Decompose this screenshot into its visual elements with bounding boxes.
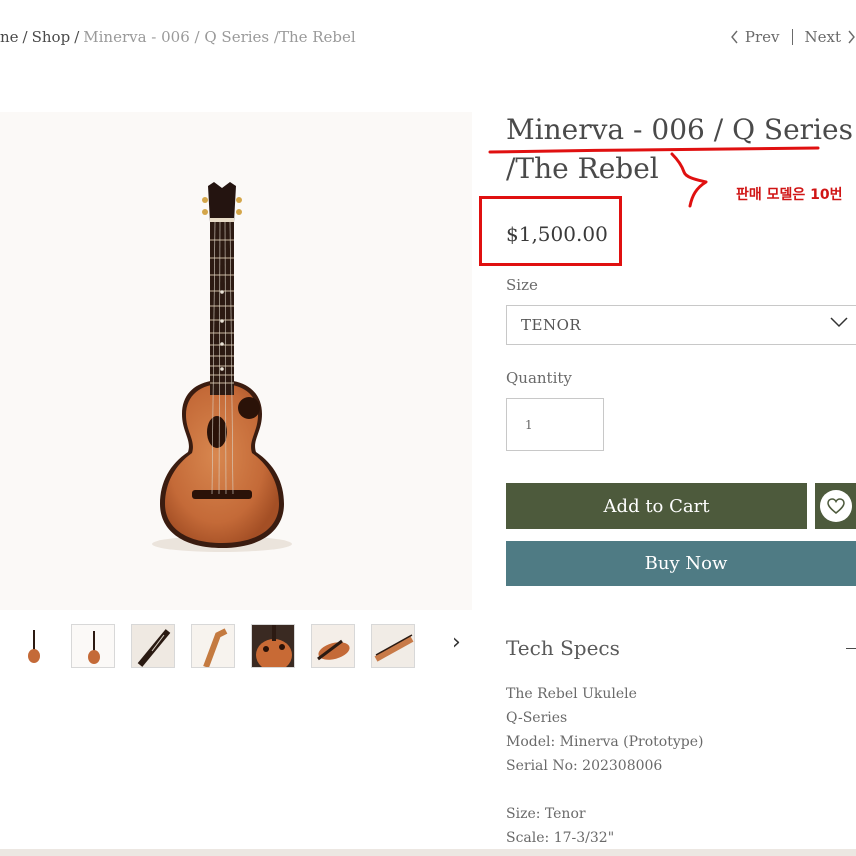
thumbnail-2[interactable] bbox=[71, 624, 115, 668]
collapse-minus-icon[interactable] bbox=[846, 648, 856, 649]
tech-spec-line: Model: Minerva (Prototype) bbox=[506, 734, 704, 750]
quantity-input[interactable] bbox=[506, 398, 604, 451]
tech-spec-line: The Rebel Ukulele bbox=[506, 686, 637, 702]
next-link[interactable]: Next bbox=[805, 28, 856, 46]
ukulele-image bbox=[152, 182, 292, 552]
thumbnail-3[interactable] bbox=[131, 624, 175, 668]
annotation-price-box bbox=[479, 196, 622, 266]
thumbnail-5[interactable] bbox=[251, 624, 295, 668]
pagination-divider bbox=[791, 29, 793, 45]
tech-spec-line: Size: Tenor bbox=[506, 806, 586, 822]
annotation-text: 판매 모델은 10번 bbox=[736, 187, 843, 203]
chevron-down-icon bbox=[830, 317, 848, 328]
chevron-left-icon bbox=[730, 30, 738, 44]
tech-spec-line: Serial No: 202308006 bbox=[506, 758, 663, 774]
quantity-label: Quantity bbox=[506, 369, 572, 387]
thumbnail-strip bbox=[0, 624, 480, 670]
thumbnail-7[interactable] bbox=[371, 624, 415, 668]
wishlist-circle bbox=[820, 490, 852, 522]
tech-specs-content: The Rebel Ukulele Q-Series Model: Minerv… bbox=[506, 682, 703, 850]
size-value: TENOR bbox=[521, 316, 582, 334]
thumbnail-6[interactable] bbox=[311, 624, 355, 668]
breadcrumb-current: Minerva - 006 / Q Series /The Rebel bbox=[83, 28, 356, 46]
buy-now-button[interactable]: Buy Now bbox=[506, 541, 856, 586]
breadcrumb-separator: / bbox=[22, 28, 28, 46]
breadcrumb-shop-link[interactable]: Shop bbox=[32, 28, 71, 46]
breadcrumb: ne / Shop / Minerva - 006 / Q Series /The Re… bbox=[0, 28, 356, 46]
size-label: Size bbox=[506, 276, 538, 294]
tech-specs-header[interactable]: Tech Specs bbox=[506, 636, 856, 664]
add-to-cart-button[interactable]: Add to Cart bbox=[506, 483, 807, 529]
footer-strip bbox=[0, 849, 856, 856]
add-to-cart-label: Add to Cart bbox=[603, 495, 710, 517]
product-main-image[interactable] bbox=[0, 112, 472, 610]
tech-spec-line bbox=[506, 778, 703, 802]
thumbnail-4[interactable] bbox=[191, 624, 235, 668]
size-dropdown[interactable]: TENOR bbox=[506, 305, 856, 345]
product-pagination: Prev Next bbox=[730, 28, 856, 46]
thumbnail-1[interactable] bbox=[12, 624, 56, 668]
heart-icon bbox=[827, 498, 845, 514]
chevron-right-icon bbox=[848, 30, 855, 44]
prev-link[interactable]: Prev bbox=[730, 28, 780, 46]
tech-specs-title: Tech Specs bbox=[506, 636, 620, 660]
wishlist-button[interactable] bbox=[815, 483, 856, 529]
tech-spec-line: Scale: 17-3/32" bbox=[506, 830, 615, 846]
breadcrumb-home-link[interactable]: ne bbox=[0, 28, 19, 46]
next-label: Next bbox=[804, 28, 842, 46]
prev-label: Prev bbox=[744, 28, 780, 46]
breadcrumb-separator: / bbox=[74, 28, 80, 46]
buy-now-label: Buy Now bbox=[644, 553, 728, 574]
tech-spec-line: Q-Series bbox=[506, 710, 568, 726]
thumbnail-next-arrow[interactable]: › bbox=[452, 630, 461, 655]
